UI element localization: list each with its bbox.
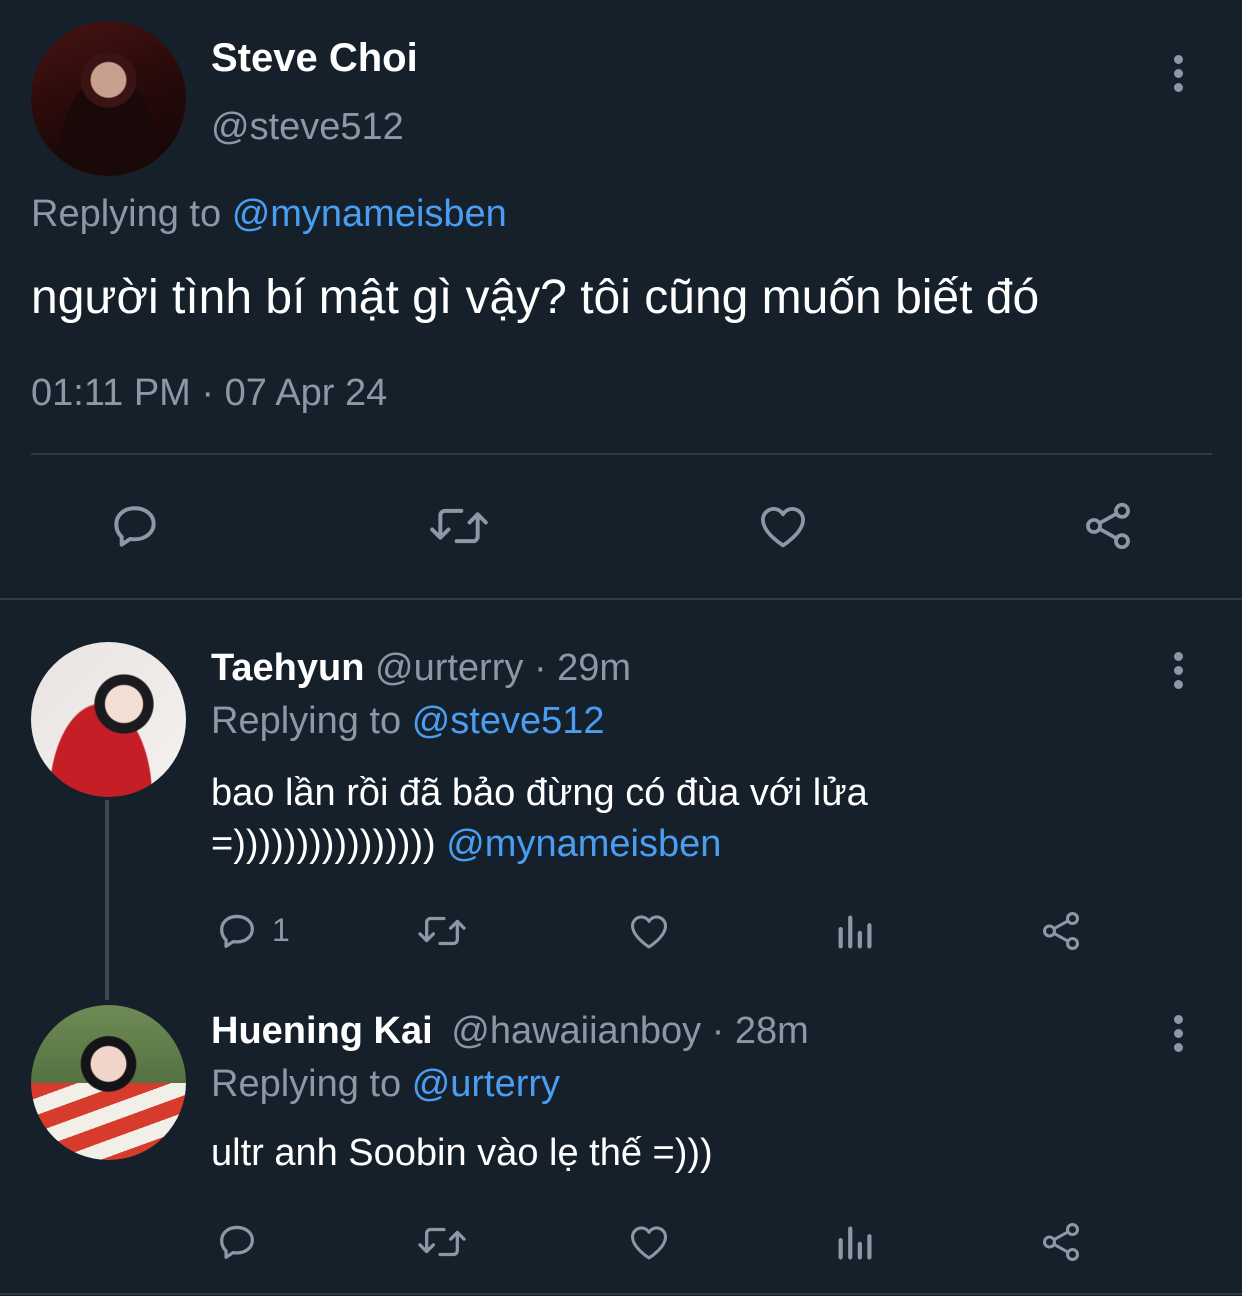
reply-icon[interactable]: [107, 498, 163, 554]
retweet-icon[interactable]: [414, 1219, 470, 1265]
reply-display-name[interactable]: Huening Kai: [211, 1010, 433, 1052]
more-options-icon[interactable]: [1174, 652, 1186, 694]
replying-mention-link[interactable]: @steve512: [412, 700, 605, 742]
reply-handle[interactable]: @hawaiianboy: [451, 1010, 701, 1052]
main-display-name[interactable]: Steve Choi: [211, 36, 418, 81]
reply-count: 1: [272, 912, 290, 948]
reply-replying-line: Replying to @steve512: [211, 700, 605, 743]
main-tweet-text: người tình bí mật gì vậy? tôi cũng muốn …: [31, 271, 1040, 324]
share-icon[interactable]: [1038, 1219, 1084, 1265]
avatar-huening-kai[interactable]: [31, 1005, 186, 1160]
mention-link[interactable]: @mynameisben: [446, 823, 721, 865]
reply-icon[interactable]: [214, 908, 260, 954]
more-options-icon[interactable]: [1174, 1015, 1186, 1057]
like-icon[interactable]: [625, 908, 673, 954]
reply-header: Huening Kai @hawaiianboy · 28m: [211, 1010, 809, 1053]
more-options-icon[interactable]: [1174, 55, 1186, 97]
reply-time: · 28m: [711, 1010, 809, 1052]
replying-mention-link[interactable]: @mynameisben: [232, 193, 507, 235]
replying-label: Replying to: [31, 193, 222, 235]
reply-text-fragment: =)))))))))))))))): [211, 823, 436, 865]
reply-icon[interactable]: [214, 1219, 260, 1265]
reply-text-line: =)))))))))))))))) @mynameisben: [211, 819, 868, 870]
replying-label: Replying to: [211, 1063, 402, 1105]
analytics-icon[interactable]: [833, 1219, 879, 1265]
reply-header: Taehyun @urterry · 29m: [211, 647, 631, 690]
reply-handle[interactable]: @urterry: [375, 647, 523, 689]
avatar-taehyun[interactable]: [31, 642, 186, 797]
reply-replying-line: Replying to @urterry: [211, 1063, 560, 1106]
reply-text: ultr anh Soobin vào lẹ thế =))): [211, 1132, 713, 1174]
reply-display-name[interactable]: Taehyun: [211, 647, 364, 689]
analytics-icon[interactable]: [833, 908, 879, 954]
main-timestamp: 01:11 PM · 07 Apr 24: [31, 372, 388, 414]
retweet-icon[interactable]: [414, 908, 470, 954]
reply-time: · 29m: [533, 647, 632, 689]
main-replying-line: Replying to @mynameisben: [31, 193, 507, 236]
replying-mention-link[interactable]: @urterry: [412, 1063, 560, 1105]
divider: [0, 1293, 1242, 1295]
reply-text-line: bao lần rồi đã bảo đừng có đùa với lửa: [211, 772, 868, 814]
share-icon[interactable]: [1079, 498, 1137, 554]
divider: [0, 598, 1242, 600]
like-icon[interactable]: [754, 498, 812, 554]
main-handle[interactable]: @steve512: [211, 106, 404, 149]
replying-label: Replying to: [211, 700, 402, 742]
share-icon[interactable]: [1038, 908, 1084, 954]
divider: [31, 453, 1212, 455]
like-icon[interactable]: [625, 1219, 673, 1265]
avatar-steve-choi[interactable]: [31, 21, 186, 176]
thread-connector: [105, 800, 109, 1000]
retweet-icon[interactable]: [426, 498, 492, 554]
reply-text: bao lần rồi đã bảo đừng có đùa với lửa =…: [211, 768, 868, 870]
